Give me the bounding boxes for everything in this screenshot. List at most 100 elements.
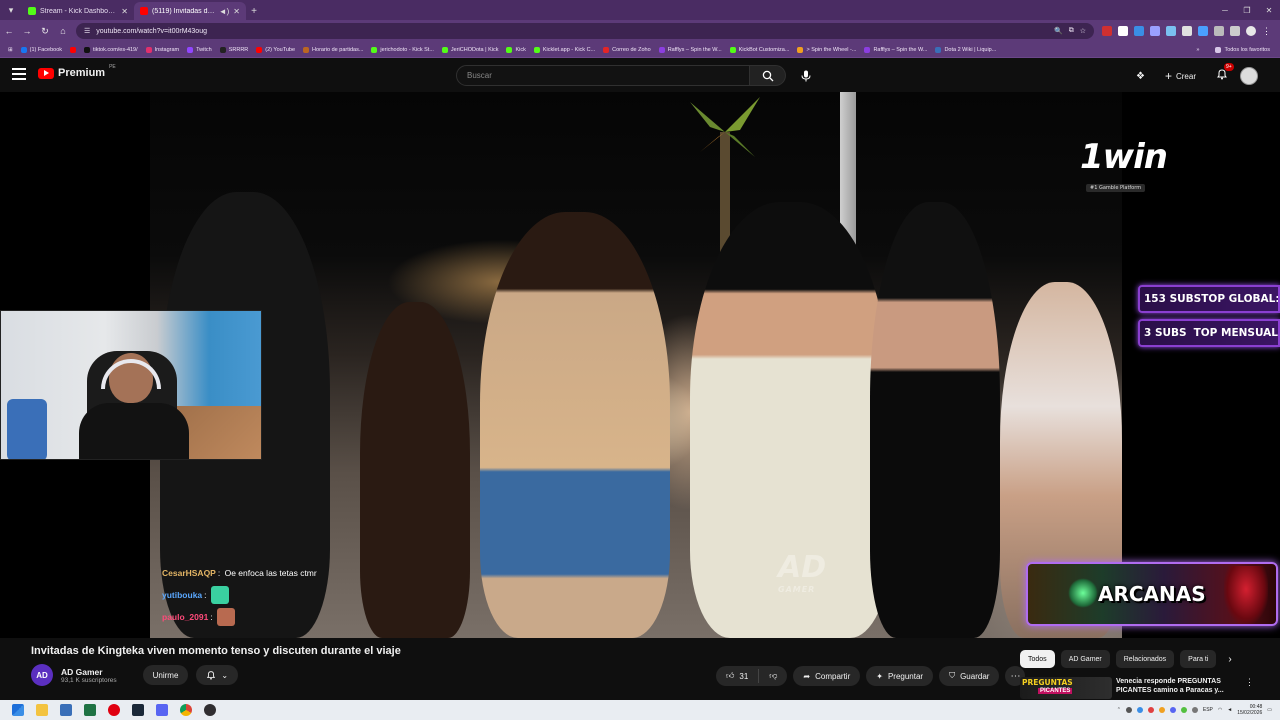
channel-avatar[interactable]: AD: [31, 664, 53, 686]
tab-youtube-video[interactable]: (5119) Invitadas de Kingteka ◄) ✕: [134, 2, 246, 20]
bookmark-item[interactable]: Kicklet.app - Kick C...: [530, 46, 599, 53]
extension-icon[interactable]: [1198, 26, 1208, 36]
share-button[interactable]: ➦ Compartir: [793, 666, 861, 686]
extension-icon[interactable]: [1118, 26, 1128, 36]
tray-icon[interactable]: [1136, 707, 1143, 713]
tray-icon[interactable]: [1125, 707, 1132, 713]
chevron-right-icon[interactable]: ›: [1228, 654, 1231, 665]
save-button[interactable]: ⛉ Guardar: [939, 666, 1000, 686]
chrome-icon[interactable]: [180, 704, 192, 716]
channel-name[interactable]: AD Gamer: [61, 667, 117, 677]
app-icon[interactable]: [60, 704, 72, 716]
all-favorites[interactable]: Todos los favoritos: [1211, 46, 1274, 53]
bookmark-item[interactable]: Rafflys – Spin the W...: [860, 46, 931, 53]
tray-icon[interactable]: [1180, 707, 1187, 713]
search-input[interactable]: [456, 65, 750, 86]
install-icon[interactable]: ⧉: [1069, 27, 1074, 35]
notification-center-icon[interactable]: ▭: [1267, 707, 1272, 713]
bookmark-star-icon[interactable]: ☆: [1080, 27, 1086, 35]
extension-icon[interactable]: [1102, 26, 1112, 36]
bookmark-item[interactable]: JeriCHODota | Kick: [438, 46, 503, 53]
forward-icon[interactable]: →: [18, 20, 36, 42]
bookmark-item[interactable]: Rafflys – Spin the W...: [655, 46, 726, 53]
minimize-icon[interactable]: ─: [1214, 0, 1236, 20]
profile-avatar-icon[interactable]: [1246, 26, 1256, 36]
maximize-icon[interactable]: ❐: [1236, 0, 1258, 20]
create-button[interactable]: + Crear: [1157, 65, 1204, 87]
bookmarks-overflow-icon[interactable]: »: [1192, 47, 1203, 53]
back-icon[interactable]: ←: [0, 20, 18, 42]
home-icon[interactable]: ⌂: [54, 20, 72, 42]
bookmark-item[interactable]: Twitch: [183, 46, 216, 53]
extensions-puzzle-icon[interactable]: [1214, 26, 1224, 36]
chip-para-ti[interactable]: Para ti: [1180, 650, 1217, 668]
menu-dots-icon[interactable]: ⋮: [1262, 26, 1272, 36]
more-vert-icon[interactable]: ⋮: [1245, 677, 1254, 699]
tray-icon[interactable]: [1169, 707, 1176, 713]
youtube-logo[interactable]: Premium PE: [38, 64, 116, 79]
recommended-title[interactable]: Venecia responde PREGUNTAS PICANTES cami…: [1116, 677, 1241, 699]
new-tab-button[interactable]: +: [246, 2, 262, 20]
tab-close-icon[interactable]: ✕: [233, 7, 240, 16]
search-button[interactable]: [750, 65, 786, 86]
extension-icon[interactable]: [1134, 26, 1144, 36]
join-button[interactable]: Unirme: [142, 665, 189, 685]
excel-icon[interactable]: [84, 704, 96, 716]
tab-search-icon[interactable]: ▾: [0, 0, 22, 20]
site-info-icon[interactable]: ☰: [84, 27, 90, 35]
bookmark-item[interactable]: Horario de partidas...: [299, 46, 367, 53]
chip-relacionados[interactable]: Relacionados: [1115, 650, 1175, 668]
video-player[interactable]: AD GAMER 1win #1 Gamble Platform 153 SUBS…: [0, 92, 1280, 638]
wifi-icon[interactable]: ◠: [1218, 707, 1222, 713]
opera-icon[interactable]: [108, 704, 120, 716]
language-indicator[interactable]: ESP: [1203, 707, 1213, 713]
bookmark-item[interactable]: (1) Facebook: [17, 46, 66, 53]
subscribed-button[interactable]: ⌄: [196, 665, 239, 685]
recommended-thumbnail[interactable]: PREGUNTAS PICANTES: [1020, 677, 1112, 699]
extension-icon[interactable]: [1182, 26, 1192, 36]
bookmark-item[interactable]: (2) YouTube: [252, 46, 299, 53]
tab-audio-icon[interactable]: ◄): [219, 7, 230, 16]
tab-close-icon[interactable]: ✕: [121, 7, 128, 16]
close-window-icon[interactable]: ✕: [1258, 0, 1280, 20]
like-button[interactable]: 👍︎ 31: [716, 669, 760, 683]
address-bar[interactable]: ☰ youtube.com/watch?v=it00rM43oug 🔍 ⧉ ☆: [76, 23, 1094, 39]
extension-icon[interactable]: [1150, 26, 1160, 36]
bookmark-item[interactable]: > Spin the Wheel -...: [793, 46, 860, 53]
bookmark-item[interactable]: KickBot Customiza...: [726, 46, 794, 53]
zoom-icon[interactable]: 🔍: [1054, 27, 1063, 35]
chip-todos[interactable]: Todos: [1020, 650, 1055, 668]
volume-icon[interactable]: ◄: [1227, 707, 1232, 713]
bookmark-item[interactable]: Kick: [502, 46, 529, 53]
dislike-button[interactable]: 👎︎: [759, 671, 787, 681]
tab-kick-dashboard[interactable]: Stream - Kick Dashboard ✕: [22, 2, 134, 20]
menu-icon[interactable]: [12, 68, 26, 80]
bookmark-item[interactable]: jerichodoto - Kick St...: [367, 46, 438, 53]
windows-start-icon[interactable]: [12, 704, 24, 716]
tray-overflow-icon[interactable]: ⌃: [1117, 707, 1121, 713]
recommended-video[interactable]: PREGUNTAS PICANTES Venecia responde PREG…: [1020, 677, 1260, 699]
bookmark-item[interactable]: SRRRR: [216, 46, 253, 53]
bookmark-item[interactable]: tiktok.com/es-419/: [80, 46, 142, 53]
tray-icon[interactable]: [1147, 707, 1154, 713]
obs-icon[interactable]: [204, 704, 216, 716]
bookmark-item[interactable]: [66, 46, 80, 53]
bookmark-item[interactable]: Correo de Zoho: [599, 46, 655, 53]
cast-icon[interactable]: ❖: [1136, 71, 1145, 82]
account-avatar[interactable]: [1240, 67, 1258, 85]
ask-button[interactable]: ✦ Preguntar: [866, 666, 934, 686]
notifications-button[interactable]: 9+: [1216, 63, 1234, 85]
reload-icon[interactable]: ↻: [36, 20, 54, 42]
steam-icon[interactable]: [132, 704, 144, 716]
chip-ad-gamer[interactable]: AD Gamer: [1060, 650, 1110, 668]
voice-search-button[interactable]: [796, 66, 816, 86]
discord-icon[interactable]: [156, 704, 168, 716]
clock[interactable]: 00:48 15/02/2026: [1237, 704, 1262, 716]
extension-icon[interactable]: [1166, 26, 1176, 36]
tray-icon[interactable]: [1158, 707, 1165, 713]
bookmark-item[interactable]: Dota 2 Wiki | Liquip...: [931, 46, 1000, 53]
bookmark-item[interactable]: Instagram: [142, 46, 183, 53]
file-explorer-icon[interactable]: [36, 704, 48, 716]
apps-icon[interactable]: ⊞: [4, 47, 17, 53]
sidepanel-icon[interactable]: [1230, 26, 1240, 36]
